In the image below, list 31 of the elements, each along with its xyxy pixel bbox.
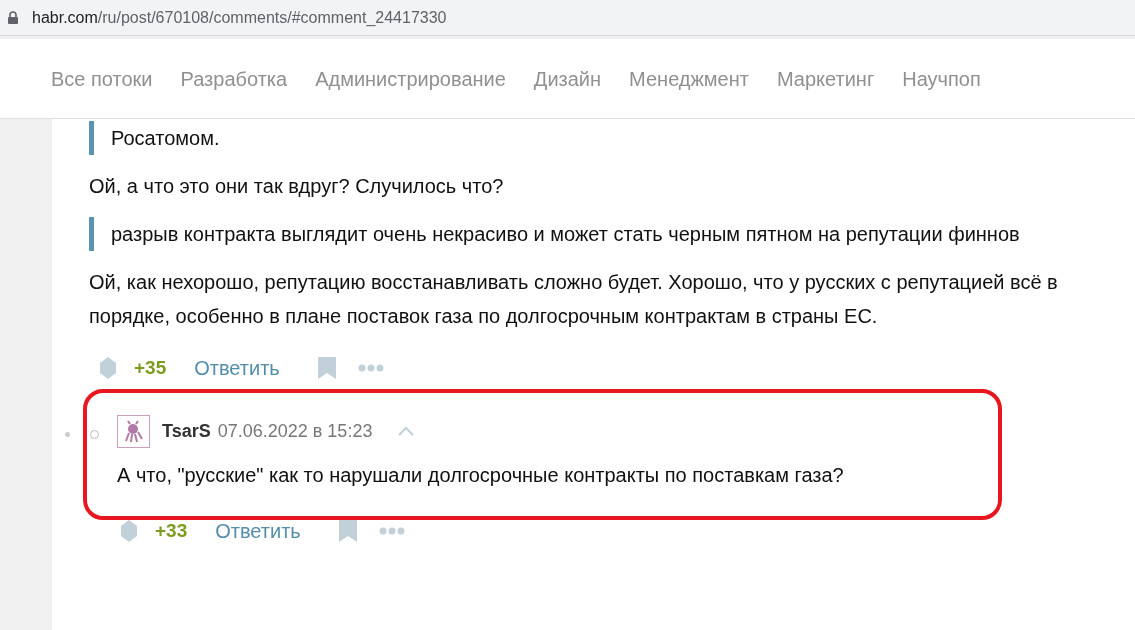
- address-bar[interactable]: habr.com/ru/post/670108/comments/#comment_24417330: [0, 0, 1135, 36]
- bookmark-icon[interactable]: [338, 520, 357, 542]
- author-name[interactable]: TsarS: [162, 417, 211, 445]
- quote-bar: [89, 217, 94, 251]
- quote-text: разрыв контракта выглядит очень некрасиво и может стать черным пятном на репутации финнов: [110, 222, 1020, 247]
- nav-link[interactable]: Научпоп: [902, 63, 981, 94]
- reply-text: А что, "русские" как то нарушали долгосрочные контракты по поставкам газа?: [117, 463, 845, 488]
- quote-text: Росатомом.: [110, 126, 220, 151]
- comment-text: Ой, как нехорошо, репутацию восстанавливать сложно будет. Хорошо, что у русских с репутацией всё в порядке, особенно в плане поставок газа по долгосрочным контрактам в страны ЕС.: [89, 270, 1059, 329]
- score: +33: [155, 518, 188, 543]
- nav-link[interactable]: Маркетинг: [776, 63, 875, 94]
- reply-link[interactable]: Ответить: [215, 516, 301, 546]
- nav-link[interactable]: Администрирование: [315, 63, 506, 94]
- vote-icon[interactable]: [121, 520, 137, 542]
- nav-link[interactable]: Дизайн: [533, 63, 602, 94]
- nav-link[interactable]: Разработка: [180, 63, 288, 94]
- score: +35: [134, 355, 167, 380]
- url: habr.com/ru/post/670108/comments/#comment_24417330: [32, 7, 447, 28]
- bookmark-icon[interactable]: [317, 357, 336, 379]
- quote-bar: [89, 121, 94, 155]
- more-icon[interactable]: [378, 527, 405, 535]
- reply-link[interactable]: Ответить: [194, 353, 280, 383]
- lock-icon: [8, 11, 18, 24]
- nav-link[interactable]: Менеджмент: [629, 63, 749, 94]
- more-icon[interactable]: [357, 364, 384, 372]
- chevron-up-icon[interactable]: [398, 426, 415, 436]
- nav-link[interactable]: Все потоки: [51, 63, 153, 94]
- comment-date: 07.06.2022 в 15:23: [217, 419, 373, 443]
- avatar-icon: [117, 414, 150, 448]
- vote-icon[interactable]: [100, 357, 116, 379]
- comment-text: Ой, а что это они так вдруг? Случилось что?: [89, 174, 505, 199]
